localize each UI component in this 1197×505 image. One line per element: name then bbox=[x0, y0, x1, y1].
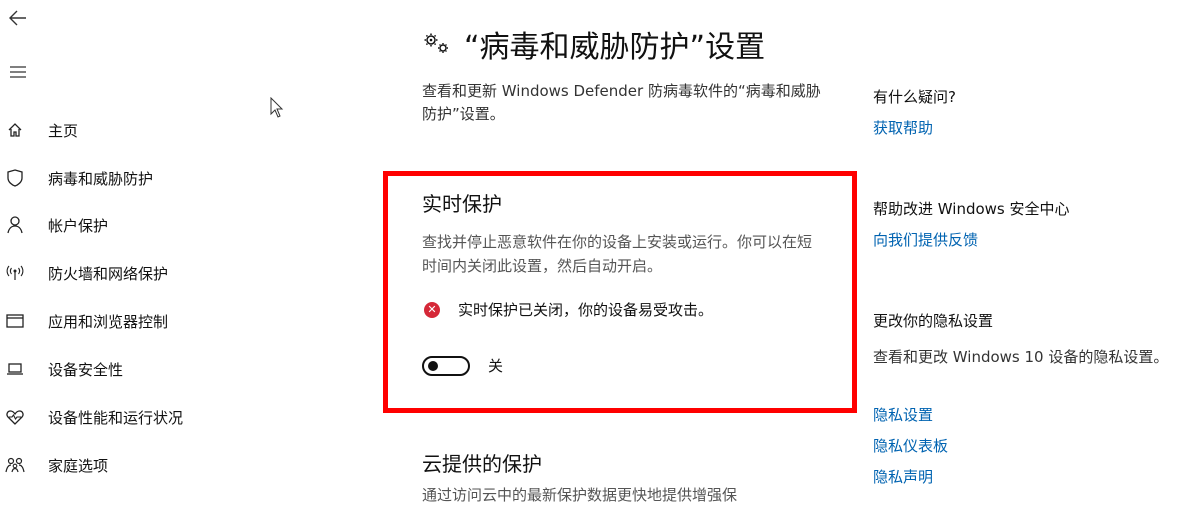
sidebar-item-virus-protection[interactable]: 病毒和威胁防护 bbox=[0, 158, 320, 198]
wifi-antenna-icon bbox=[5, 263, 25, 283]
page-title: “病毒和威胁防护”设置 bbox=[422, 22, 765, 66]
privacy-heading: 更改你的隐私设置 bbox=[873, 312, 994, 330]
realtime-protection-title: 实时保护 bbox=[422, 192, 502, 216]
mouse-cursor-icon bbox=[270, 97, 284, 119]
realtime-protection-toggle[interactable] bbox=[422, 355, 470, 376]
arrow-left-icon bbox=[9, 10, 26, 26]
sidebar-item-label: 应用和浏览器控制 bbox=[48, 312, 169, 331]
realtime-toggle-row: 关 bbox=[422, 355, 503, 376]
heart-pulse-icon bbox=[5, 407, 25, 427]
gears-icon bbox=[422, 32, 452, 56]
question-heading: 有什么疑问? bbox=[873, 88, 956, 106]
browser-window-icon bbox=[5, 311, 25, 331]
cloud-protection-title: 云提供的保护 bbox=[422, 452, 542, 476]
sidebar-item-device-performance[interactable]: 设备性能和运行状况 bbox=[0, 397, 320, 437]
privacy-dashboard-link[interactable]: 隐私仪表板 bbox=[873, 435, 948, 456]
hamburger-icon bbox=[10, 66, 26, 78]
sidebar-item-app-browser[interactable]: 应用和浏览器控制 bbox=[0, 301, 320, 341]
sidebar-item-label: 设备安全性 bbox=[48, 360, 124, 379]
sidebar-item-firewall[interactable]: 防火墙和网络保护 bbox=[0, 253, 320, 293]
privacy-description: 查看和更改 Windows 10 设备的隐私设置。 bbox=[873, 348, 1169, 366]
person-icon bbox=[5, 215, 25, 235]
get-help-link[interactable]: 获取帮助 bbox=[873, 117, 933, 138]
improve-heading: 帮助改进 Windows 安全中心 bbox=[873, 200, 1070, 218]
page-description: 查看和更新 Windows Defender 防病毒软件的“病毒和威胁防护”设置… bbox=[422, 82, 821, 123]
back-button[interactable] bbox=[0, 0, 36, 36]
realtime-status: ✕ 实时保护已关闭，你的设备易受攻击。 bbox=[424, 299, 713, 320]
realtime-protection-description: 查找并停止恶意软件在你的设备上安装或运行。你可以在短时间内关闭此设置，然后自动开… bbox=[422, 233, 813, 275]
sidebar-item-label: 家庭选项 bbox=[48, 456, 109, 475]
sidebar-item-label: 主页 bbox=[48, 121, 79, 140]
privacy-settings-link[interactable]: 隐私设置 bbox=[873, 404, 933, 425]
sidebar-item-label: 设备性能和运行状况 bbox=[48, 408, 184, 427]
error-icon: ✕ bbox=[424, 301, 440, 318]
sidebar-item-label: 帐户保护 bbox=[48, 216, 109, 235]
feedback-link[interactable]: 向我们提供反馈 bbox=[873, 229, 978, 250]
sidebar-item-family[interactable]: 家庭选项 bbox=[0, 445, 320, 485]
sidebar-item-label: 病毒和威胁防护 bbox=[48, 169, 154, 188]
home-icon bbox=[5, 120, 25, 140]
toggle-state-label: 关 bbox=[488, 357, 504, 375]
laptop-icon bbox=[5, 359, 25, 379]
sidebar-item-label: 防火墙和网络保护 bbox=[48, 264, 169, 283]
sidebar-item-device-security[interactable]: 设备安全性 bbox=[0, 349, 320, 389]
family-icon bbox=[5, 455, 25, 475]
menu-button[interactable] bbox=[0, 54, 36, 90]
privacy-statement-link[interactable]: 隐私声明 bbox=[873, 466, 933, 487]
shield-icon bbox=[5, 168, 25, 188]
page-title-text: “病毒和威胁防护”设置 bbox=[464, 30, 766, 65]
toggle-knob bbox=[428, 360, 438, 371]
sidebar-item-account-protection[interactable]: 帐户保护 bbox=[0, 205, 320, 245]
realtime-status-text: 实时保护已关闭，你的设备易受攻击。 bbox=[458, 301, 714, 319]
